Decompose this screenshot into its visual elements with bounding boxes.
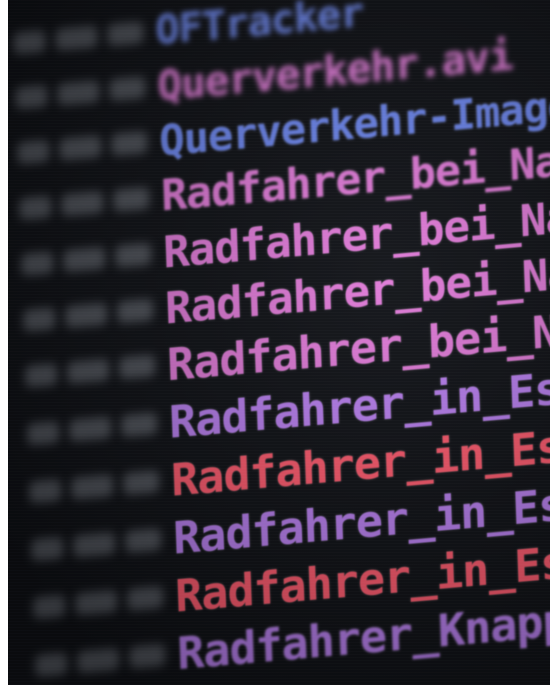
- file-metadata-blurred: [34, 643, 166, 677]
- file-metadata-blurred: [22, 298, 154, 332]
- file-metadata-blurred: [28, 470, 160, 504]
- file-metadata-blurred: [30, 527, 162, 562]
- file-metadata-blurred: [20, 242, 152, 276]
- terminal-photo: OFTracker Querverkehr.avi Querverkehr-Im…: [8, 0, 550, 685]
- file-metadata-blurred: [24, 354, 156, 388]
- file-metadata-blurred: [16, 130, 148, 165]
- file-metadata-blurred: [13, 21, 144, 55]
- file-metadata-blurred: [18, 186, 150, 221]
- terminal-screen: OFTracker Querverkehr.avi Querverkehr-Im…: [8, 0, 550, 683]
- file-metadata-blurred: [26, 412, 158, 446]
- file-metadata-blurred: [15, 76, 146, 110]
- file-metadata-blurred: [32, 585, 164, 620]
